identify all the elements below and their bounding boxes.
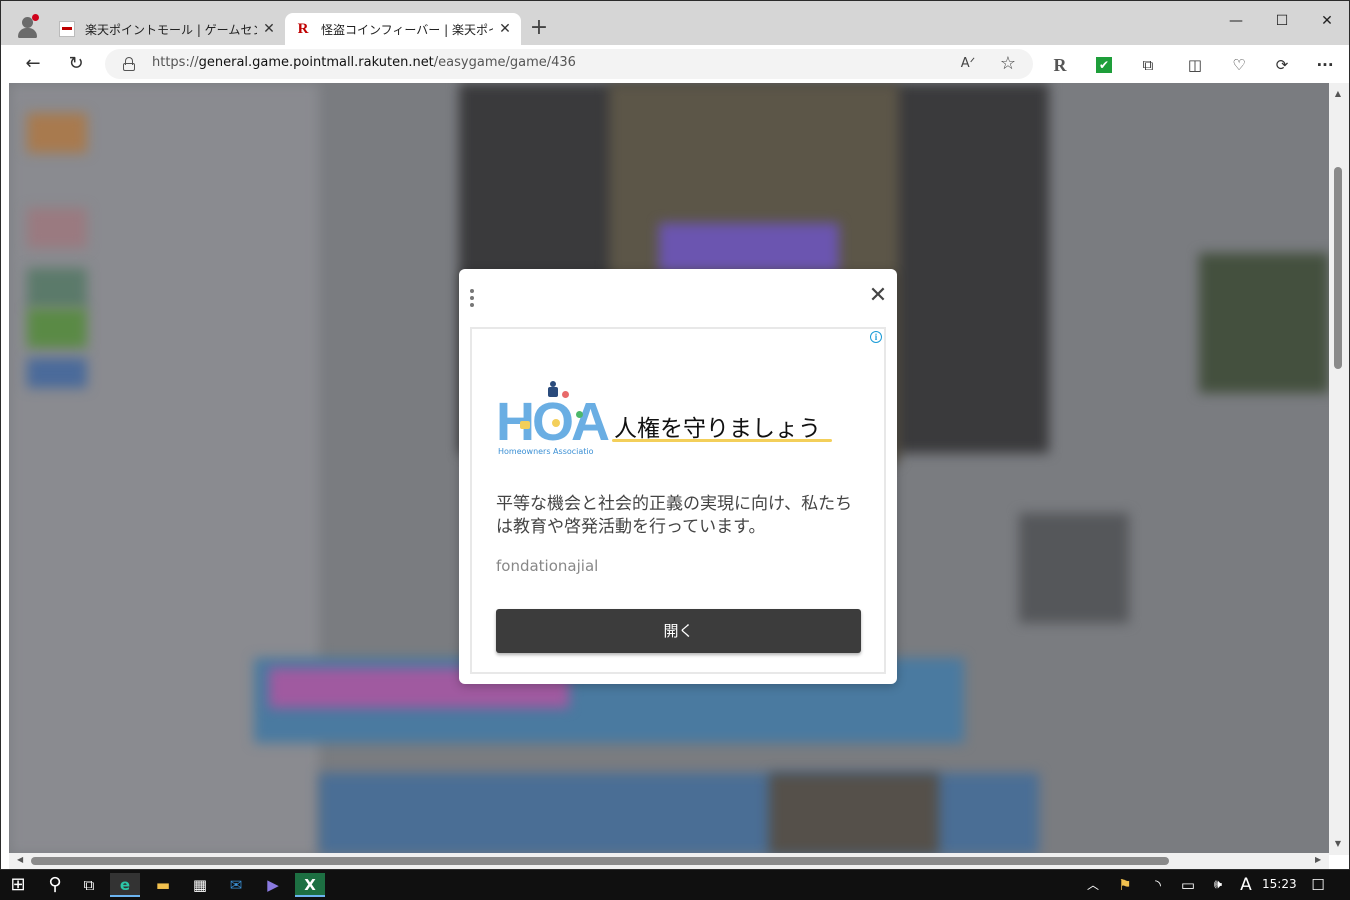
tab-game-center[interactable]: 楽天ポイントモール | ゲームセンター ✕	[49, 13, 285, 45]
url-scheme: https://	[152, 55, 199, 70]
scroll-left-icon[interactable]: ◀	[17, 855, 23, 864]
security-icon[interactable]: ⚑	[1110, 873, 1140, 897]
url-text[interactable]: https://general.game.pointmall.rakuten.n…	[152, 55, 576, 70]
close-window-button[interactable]: ✕	[1304, 9, 1349, 33]
edge-icon[interactable]: e	[110, 873, 140, 897]
scrollbar-thumb[interactable]	[1334, 167, 1342, 369]
lock-icon[interactable]	[123, 57, 135, 71]
store-icon[interactable]: ▦	[185, 873, 215, 897]
ad-info-icon[interactable]: i	[870, 331, 882, 343]
split-screen-icon[interactable]: ◫	[1184, 54, 1206, 76]
tab-close-icon[interactable]: ✕	[257, 21, 281, 37]
blurred-game-title	[659, 223, 839, 273]
hoa-logo: HOA Homeowners Associatio	[496, 381, 610, 461]
scroll-down-icon[interactable]: ▼	[1333, 839, 1343, 848]
scroll-right-icon[interactable]: ▶	[1315, 855, 1321, 864]
media-player-icon[interactable]: ▶	[258, 873, 288, 897]
open-button[interactable]: 開く	[496, 609, 861, 653]
ad-modal: ✕ i HOA Homeowners Associatio 人権を守りましょう …	[459, 269, 897, 684]
minimize-button[interactable]: —	[1213, 9, 1259, 33]
logo-dot-icon	[552, 419, 560, 427]
tab-title: 怪盗コインフィーバー | 楽天ポイントモ	[321, 22, 493, 37]
advertiser-name: fondationajial	[496, 557, 599, 575]
close-ad-button[interactable]: ✕	[867, 285, 889, 307]
scroll-up-icon[interactable]: ▲	[1333, 89, 1343, 98]
tab-title: 楽天ポイントモール | ゲームセンター	[85, 22, 257, 37]
task-view-icon[interactable]: ⧉	[74, 873, 104, 897]
horizontal-scrollbar[interactable]: ◀ ▶	[9, 853, 1329, 869]
browser-window: 楽天ポイントモール | ゲームセンター ✕ R 怪盗コインフィーバー | 楽天ポ…	[0, 0, 1350, 870]
volume-icon[interactable]: 🕪	[1203, 873, 1233, 897]
profile-icon[interactable]	[15, 14, 41, 41]
puzzle-icon[interactable]: ⧉	[1137, 54, 1159, 76]
network-icon[interactable]: ◝	[1143, 873, 1173, 897]
ime-indicator[interactable]: A	[1231, 873, 1261, 897]
mail-icon[interactable]: ✉	[221, 873, 251, 897]
blurred-thumb	[27, 358, 87, 388]
search-icon[interactable]: ⚲	[40, 873, 70, 897]
rakuten-favicon-icon	[59, 21, 75, 37]
maximize-button[interactable]: ☐	[1259, 9, 1305, 33]
address-bar[interactable]: https://general.game.pointmall.rakuten.n…	[105, 49, 1033, 79]
logo-heart-icon	[562, 391, 569, 398]
check-extension-icon[interactable]: ✔	[1096, 57, 1112, 73]
logo-subtitle: Homeowners Associatio	[498, 447, 594, 456]
read-aloud-icon[interactable]: Aᐟ	[956, 52, 980, 76]
ad-creative[interactable]: i HOA Homeowners Associatio 人権を守りましょう 平等…	[470, 327, 886, 674]
vertical-scrollbar[interactable]: ▲ ▼	[1329, 83, 1349, 855]
ad-description: 平等な機会と社会的正義の実現に向け、私たちは教育や啓発活動を行っています。	[496, 494, 853, 537]
blurred-thumb	[27, 268, 87, 308]
windows-taskbar: ⊞ ⚲ ⧉ e ▬ ▦ ✉ ▶ X ︿ ⚑ ◝ ▭ 🕪 A 15:23 ☐	[0, 870, 1350, 900]
tab-bar: 楽天ポイントモール | ゲームセンター ✕ R 怪盗コインフィーバー | 楽天ポ…	[1, 1, 1349, 45]
url-host: general.game.pointmall.rakuten.net	[198, 55, 434, 70]
scrollbar-thumb[interactable]	[31, 857, 1169, 865]
ad-options-icon[interactable]	[469, 289, 477, 307]
blurred-banner	[1199, 253, 1329, 393]
chevron-up-icon[interactable]: ︿	[1078, 873, 1108, 897]
blurred-thumb	[27, 308, 87, 348]
notifications-icon[interactable]: ☐	[1303, 873, 1333, 897]
logo-hand-icon	[520, 421, 530, 429]
clock[interactable]: 15:23	[1262, 877, 1297, 891]
blurred-banner-image	[769, 773, 939, 855]
navigation-bar: ← ↻ https://general.game.pointmall.rakut…	[1, 45, 1349, 83]
start-icon[interactable]: ⊞	[3, 873, 33, 897]
refresh-icon[interactable]: ↻	[61, 50, 91, 78]
star-icon[interactable]: ☆	[996, 52, 1020, 76]
blurred-thumb	[27, 208, 87, 248]
new-tab-button[interactable]: +	[525, 15, 553, 43]
excel-icon[interactable]: X	[295, 873, 325, 897]
heart-pulse-icon[interactable]: ♡	[1228, 54, 1250, 76]
blurred-button	[1019, 513, 1129, 623]
back-arrow-icon[interactable]: ←	[18, 50, 48, 78]
rakuten-r-favicon-icon: R	[297, 21, 309, 37]
ad-headline: 人権を守りましょう	[614, 416, 821, 442]
logo-leaf-icon	[576, 411, 583, 418]
blurred-thumb	[27, 113, 87, 153]
battery-icon[interactable]: ▭	[1173, 873, 1203, 897]
tab-close-icon[interactable]: ✕	[493, 21, 517, 37]
tab-coin-fever[interactable]: R 怪盗コインフィーバー | 楽天ポイントモ ✕	[285, 13, 521, 45]
file-explorer-icon[interactable]: ▬	[148, 873, 178, 897]
copilot-icon[interactable]: ⟳	[1271, 54, 1293, 76]
headline-underline	[612, 439, 832, 442]
rakuten-extension-icon[interactable]: R	[1049, 54, 1071, 76]
more-icon[interactable]: ···	[1314, 54, 1336, 76]
url-path: /easygame/game/436	[433, 55, 576, 70]
